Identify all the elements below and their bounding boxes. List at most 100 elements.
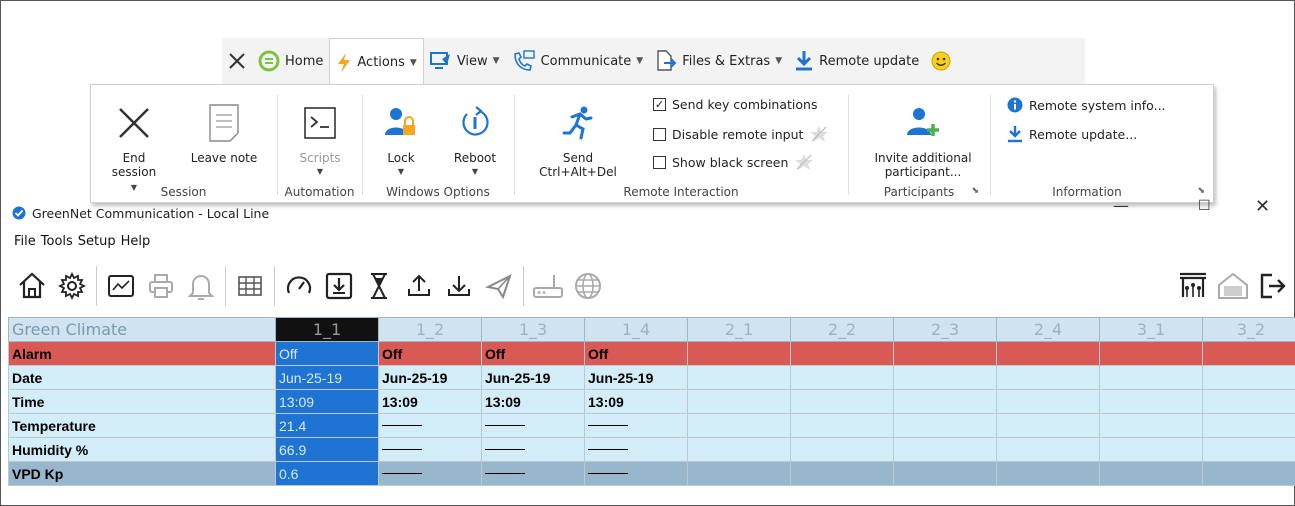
grid-cell[interactable]	[893, 341, 997, 366]
tab-remote-update[interactable]: Remote update	[788, 38, 925, 84]
menu-help[interactable]: Help	[121, 234, 151, 249]
grid-cell[interactable]: Off	[378, 341, 482, 366]
maximize-button[interactable]: ☐	[1198, 198, 1211, 214]
grid-cell[interactable]	[481, 437, 585, 462]
grid-cell[interactable]	[481, 413, 585, 438]
grid-cell[interactable]	[1099, 437, 1203, 462]
grid-cell[interactable]	[1099, 341, 1203, 366]
minimize-button[interactable]: —	[1113, 196, 1129, 215]
checkbox-unchecked[interactable]	[653, 155, 666, 169]
grid-cell[interactable]	[378, 413, 482, 438]
grid-cell[interactable]: Jun-25-19	[584, 365, 688, 390]
dialog-launcher-icon[interactable]: ⬊	[971, 186, 979, 196]
greenhouse-button[interactable]	[1173, 264, 1213, 308]
column-header[interactable]: 2_2	[790, 317, 894, 342]
grid-cell[interactable]	[996, 437, 1100, 462]
download-data-button[interactable]	[319, 264, 359, 308]
grid-cell[interactable]: Jun-25-19	[378, 365, 482, 390]
grid-cell[interactable]	[893, 365, 997, 390]
disable-remote-input-checkbox[interactable]: Disable remote input	[653, 125, 829, 143]
grid-cell[interactable]: Off	[275, 341, 379, 366]
grid-cell[interactable]	[996, 365, 1100, 390]
home-button[interactable]	[12, 264, 52, 308]
table-button[interactable]	[230, 264, 270, 308]
grid-cell[interactable]: 13:09	[584, 389, 688, 414]
grid-cell[interactable]: 13:09	[275, 389, 379, 414]
column-header[interactable]: 2_4	[996, 317, 1100, 342]
grid-cell[interactable]	[790, 413, 894, 438]
scripts-button[interactable]: Scripts ▼	[294, 99, 346, 179]
send-ctrl-alt-del-button[interactable]: Send Ctrl+Alt+Del	[533, 99, 623, 179]
grid-cell[interactable]	[996, 413, 1100, 438]
send-key-combinations-checkbox[interactable]: ✓ Send key combinations	[653, 97, 817, 112]
grid-cell[interactable]	[1202, 341, 1295, 366]
grid-cell[interactable]	[1202, 413, 1295, 438]
grid-cell[interactable]	[790, 437, 894, 462]
timer-button[interactable]	[359, 264, 399, 308]
grid-cell[interactable]	[687, 413, 791, 438]
grid-cell[interactable]	[1202, 437, 1295, 462]
column-header[interactable]: 1_3	[481, 317, 585, 342]
menu-file[interactable]: File	[14, 234, 36, 249]
grid-cell[interactable]	[1099, 365, 1203, 390]
tab-view[interactable]: View ▼	[424, 38, 506, 84]
column-header[interactable]: 1_4	[584, 317, 688, 342]
column-header[interactable]: 3_1	[1099, 317, 1203, 342]
grid-cell[interactable]	[584, 461, 688, 486]
grid-cell[interactable]	[790, 365, 894, 390]
grid-cell[interactable]: 13:09	[378, 389, 482, 414]
grid-cell[interactable]	[687, 389, 791, 414]
show-black-screen-checkbox[interactable]: Show black screen	[653, 153, 814, 171]
remote-update-button[interactable]: Remote update...	[1007, 125, 1137, 143]
column-header[interactable]: 3_2	[1202, 317, 1295, 342]
router-button[interactable]	[528, 264, 568, 308]
grid-cell[interactable]	[1202, 365, 1295, 390]
grid-cell[interactable]	[687, 341, 791, 366]
grid-cell[interactable]	[996, 461, 1100, 486]
house-plants-button[interactable]	[1213, 264, 1253, 308]
grid-cell[interactable]: Off	[584, 341, 688, 366]
grid-cell[interactable]: Jun-25-19	[275, 365, 379, 390]
grid-cell[interactable]	[584, 437, 688, 462]
grid-cell[interactable]: 0.6	[275, 461, 379, 486]
dialog-launcher-icon[interactable]: ⬊	[1197, 186, 1205, 196]
tab-actions[interactable]: Actions ▼	[329, 38, 424, 86]
feedback-button[interactable]	[925, 38, 957, 84]
invite-participant-button[interactable]: Invite additional participant...	[865, 99, 981, 179]
grid-cell[interactable]	[790, 341, 894, 366]
column-header[interactable]: 2_1	[687, 317, 791, 342]
tab-files-extras[interactable]: Files & Extras ▼	[649, 38, 788, 84]
grid-cell[interactable]	[687, 437, 791, 462]
alarm-bell-button[interactable]	[181, 264, 221, 308]
grid-cell[interactable]	[1099, 389, 1203, 414]
column-header[interactable]: 2_3	[893, 317, 997, 342]
grid-cell[interactable]	[893, 389, 997, 414]
internet-button[interactable]	[568, 264, 608, 308]
grid-cell[interactable]	[893, 461, 997, 486]
lock-button[interactable]: Lock ▼	[379, 99, 423, 179]
graph-button[interactable]	[101, 264, 141, 308]
grid-cell[interactable]	[1099, 413, 1203, 438]
grid-cell[interactable]	[790, 461, 894, 486]
gauge-button[interactable]	[279, 264, 319, 308]
settings-button[interactable]	[52, 264, 92, 308]
grid-cell[interactable]	[790, 389, 894, 414]
close-window-button[interactable]: ✕	[1255, 196, 1270, 217]
tab-communicate[interactable]: Communicate ▼	[506, 38, 650, 84]
grid-cell[interactable]	[893, 413, 997, 438]
grid-cell[interactable]: Jun-25-19	[481, 365, 585, 390]
reboot-button[interactable]: Reboot ▼	[449, 99, 501, 179]
send-button[interactable]	[479, 264, 519, 308]
download-button[interactable]	[439, 264, 479, 308]
grid-cell[interactable]	[893, 437, 997, 462]
leave-note-button[interactable]: Leave note	[184, 99, 264, 165]
grid-cell[interactable]: 66.9	[275, 437, 379, 462]
grid-cell[interactable]	[378, 461, 482, 486]
grid-cell[interactable]	[687, 461, 791, 486]
column-header[interactable]: 1_1	[275, 317, 379, 342]
checkbox-unchecked[interactable]	[653, 127, 666, 141]
grid-cell[interactable]	[481, 461, 585, 486]
tab-home[interactable]: Home	[252, 38, 329, 84]
remote-system-info-button[interactable]: Remote system info...	[1007, 97, 1166, 113]
grid-cell[interactable]: 13:09	[481, 389, 585, 414]
